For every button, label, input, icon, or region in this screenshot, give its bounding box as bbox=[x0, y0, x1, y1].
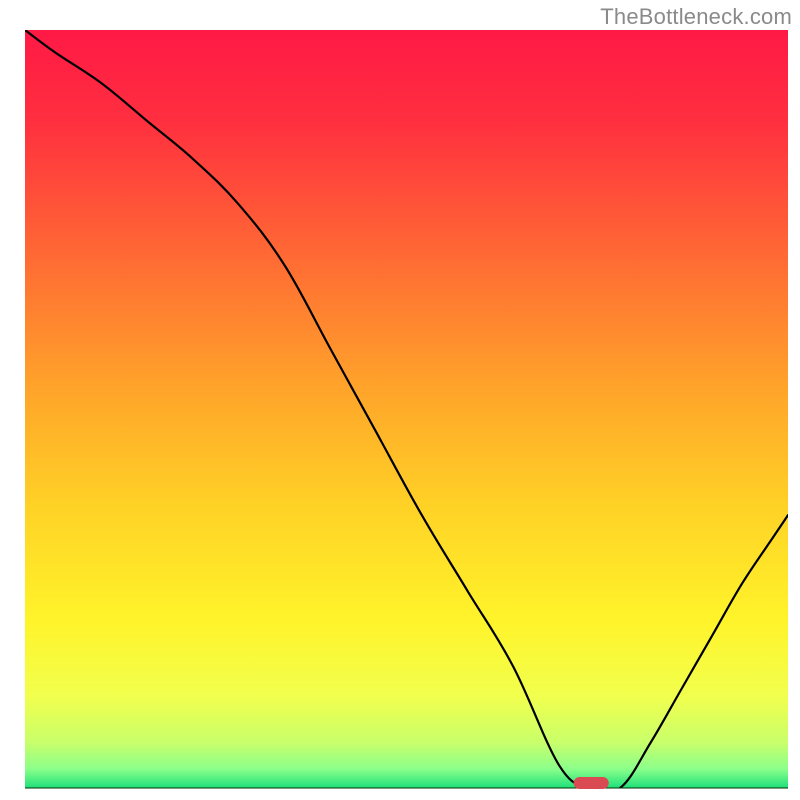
watermark-text: TheBottleneck.com bbox=[600, 4, 792, 30]
plot-gradient-area bbox=[25, 30, 788, 788]
chart-stage: TheBottleneck.com bbox=[0, 0, 800, 800]
optimal-marker bbox=[574, 777, 609, 789]
chart-canvas bbox=[0, 0, 800, 800]
